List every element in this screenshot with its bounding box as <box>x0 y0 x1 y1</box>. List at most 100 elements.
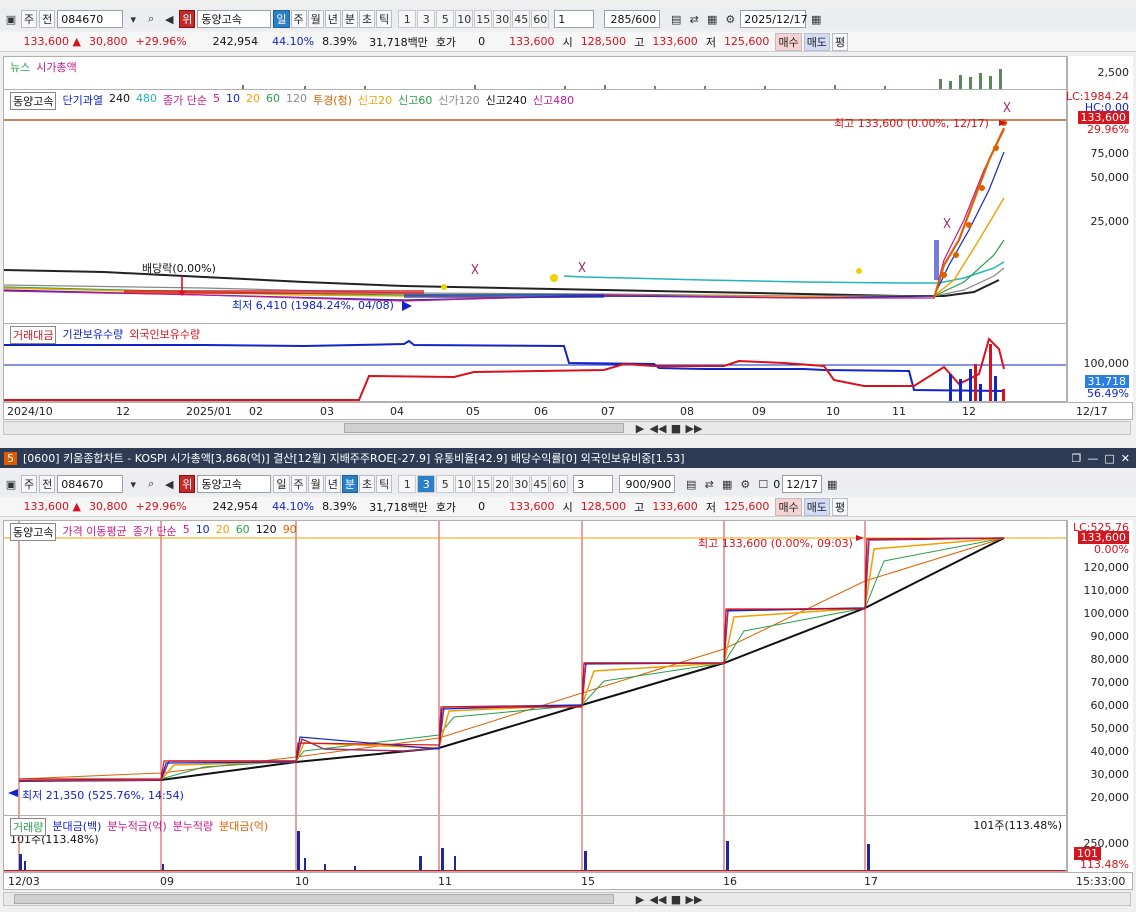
top-volume-axis: 100,000 31,718 56.49% <box>1067 323 1133 402</box>
top-vol-legend-amount[interactable]: 거래대금 <box>10 326 57 344</box>
stop-icon[interactable]: ■ <box>668 893 684 906</box>
minimize-icon[interactable]: — <box>1087 452 1098 465</box>
interval-15[interactable]: 15 <box>474 475 493 493</box>
interval-20[interactable]: 20 <box>493 475 512 493</box>
period-minute[interactable]: 분 <box>341 10 358 28</box>
gear-icon[interactable]: ⚙ <box>737 476 753 492</box>
period-week[interactable]: 주 <box>290 10 307 28</box>
period-year[interactable]: 년 <box>324 10 341 28</box>
play-icon[interactable]: ▶ <box>632 893 648 906</box>
mode-select[interactable]: 전 <box>39 475 56 493</box>
forward-icon[interactable]: ▶▶ <box>686 893 703 906</box>
count-input[interactable]: 285/600 <box>604 10 661 28</box>
top-vol-pct: 56.49% <box>1087 387 1129 400</box>
code-input[interactable]: 084670 <box>57 475 124 493</box>
bottom-x-label: 12/03 <box>8 875 40 888</box>
period-second[interactable]: 초 <box>359 475 376 493</box>
interval-1[interactable]: 1 <box>398 10 417 28</box>
interval-10[interactable]: 10 <box>455 475 474 493</box>
top-x-end-label: 12/17 <box>1076 405 1108 418</box>
close-icon[interactable]: ✕ <box>1121 452 1130 465</box>
period-day[interactable]: 일 <box>273 10 290 28</box>
speaker-icon[interactable]: ◀ <box>161 11 177 27</box>
buy-button[interactable]: 매수 <box>775 497 802 516</box>
calendar-icon[interactable]: ▦ <box>808 11 824 27</box>
interval-3[interactable]: 3 <box>417 10 436 28</box>
checkbox-icon[interactable]: ☐ <box>755 476 771 492</box>
sell-button[interactable]: 매도 <box>803 497 830 516</box>
layout-icon[interactable]: ▣ <box>3 476 19 492</box>
compare-icon[interactable]: ⇄ <box>701 476 717 492</box>
interval-60[interactable]: 60 <box>550 475 569 493</box>
interval-45[interactable]: 45 <box>531 475 550 493</box>
layout-icon[interactable]: ▣ <box>3 11 19 27</box>
buy-button[interactable]: 매수 <box>775 32 802 51</box>
gear-icon[interactable]: ⚙ <box>722 11 738 27</box>
bottom-legend-stock[interactable]: 동양고속 <box>10 523 57 541</box>
chart-tool-icon[interactable]: ▤ <box>668 11 684 27</box>
market-select[interactable]: 주 <box>21 10 38 28</box>
interval-60[interactable]: 60 <box>531 10 550 28</box>
period-month[interactable]: 월 <box>307 475 324 493</box>
period-month[interactable]: 월 <box>307 10 324 28</box>
period-week[interactable]: 주 <box>290 475 307 493</box>
dividend-note: 배당락(0.00%) <box>142 262 216 275</box>
top-scrollbar[interactable]: ▶ ◀◀ ■ ▶▶ <box>3 421 1131 435</box>
save-icon[interactable]: ▦ <box>719 476 735 492</box>
search-icon[interactable]: ⌕ <box>143 11 159 27</box>
market-select[interactable]: 주 <box>21 475 38 493</box>
restore-icon[interactable]: ❐ <box>1072 452 1082 465</box>
high-label: 고 <box>634 35 645 49</box>
period-day[interactable]: 일 <box>273 475 290 493</box>
bottom-vol-legend-volume[interactable]: 거래량 <box>10 818 47 836</box>
speaker-icon[interactable]: ◀ <box>161 476 177 492</box>
calendar-icon[interactable]: ▦ <box>824 476 840 492</box>
maximize-icon[interactable]: □ <box>1104 452 1114 465</box>
bottom-scroll-thumb[interactable] <box>14 894 614 904</box>
period-minute[interactable]: 분 <box>341 475 358 493</box>
up-arrow-icon: ▲ <box>72 35 81 48</box>
top-scroll-thumb[interactable] <box>344 423 624 433</box>
interval-30[interactable]: 30 <box>512 475 531 493</box>
interval-1[interactable]: 1 <box>398 475 417 493</box>
bottom-scrollbar[interactable]: ▶ ◀◀ ■ ▶▶ <box>3 892 1131 906</box>
period-tick[interactable]: 틱 <box>376 10 393 28</box>
forward-icon[interactable]: ▶▶ <box>686 422 703 435</box>
top-volume-pane: 거래대금 기관보유수량 외국인보유수량 <box>3 323 1067 402</box>
mode-select[interactable]: 전 <box>39 10 56 28</box>
play-icon[interactable]: ▶ <box>632 422 648 435</box>
rewind-icon[interactable]: ◀◀ <box>650 422 667 435</box>
interval-3[interactable]: 3 <box>417 475 436 493</box>
interval-30[interactable]: 30 <box>493 10 512 28</box>
interval-5[interactable]: 5 <box>436 475 455 493</box>
avg-button[interactable]: 평 <box>831 32 849 51</box>
period-tick[interactable]: 틱 <box>376 475 393 493</box>
search-icon[interactable]: ⌕ <box>143 476 159 492</box>
stop-icon[interactable]: ■ <box>668 422 684 435</box>
stock-name[interactable]: 동양고속 <box>197 475 272 493</box>
window-badge: 5 <box>4 451 17 465</box>
dropdown-icon[interactable]: ▾ <box>125 11 141 27</box>
interval-45[interactable]: 45 <box>512 10 531 28</box>
dropdown-icon[interactable]: ▾ <box>125 476 141 492</box>
interval-input[interactable]: 1 <box>554 10 595 28</box>
top-legend-stock[interactable]: 동양고속 <box>10 92 57 110</box>
stock-name[interactable]: 동양고속 <box>197 10 272 28</box>
interval-15[interactable]: 15 <box>474 10 493 28</box>
save-icon[interactable]: ▦ <box>704 11 720 27</box>
count-input[interactable]: 900/900 <box>619 475 676 493</box>
bottom-legend-ma60: 60 <box>235 523 250 536</box>
sell-button[interactable]: 매도 <box>803 32 830 51</box>
compare-icon[interactable]: ⇄ <box>686 11 702 27</box>
interval-5[interactable]: 5 <box>436 10 455 28</box>
date-input[interactable]: 12/17 <box>782 475 823 493</box>
date-input[interactable]: 2025/12/17 <box>740 10 808 28</box>
period-year[interactable]: 년 <box>324 475 341 493</box>
avg-button[interactable]: 평 <box>831 497 849 516</box>
chart-tool-icon[interactable]: ▤ <box>683 476 699 492</box>
rewind-icon[interactable]: ◀◀ <box>650 893 667 906</box>
code-input[interactable]: 084670 <box>57 10 124 28</box>
period-second[interactable]: 초 <box>359 10 376 28</box>
interval-input[interactable]: 3 <box>573 475 614 493</box>
interval-10[interactable]: 10 <box>455 10 474 28</box>
